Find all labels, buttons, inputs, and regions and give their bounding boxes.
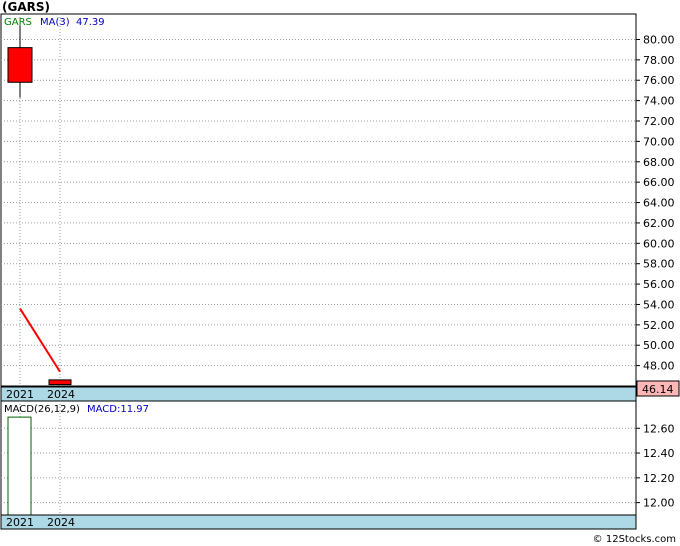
copyright-footer: © 12Stocks.com bbox=[592, 534, 676, 545]
price-y-tick-label: 62.00 bbox=[643, 217, 675, 230]
price-y-tick-label: 66.00 bbox=[643, 176, 675, 189]
price-y-tick-label: 50.00 bbox=[643, 339, 675, 352]
macd-panel-frame bbox=[0, 400, 637, 516]
macd-x-tick-label: 2021 bbox=[6, 516, 34, 529]
macd-legend-label: MACD(26,12,9) bbox=[4, 404, 80, 415]
chart-canvas: 48.00 50.00 52.00 54.00 56.00 58.00 60.00 62.00… bbox=[0, 13, 680, 530]
last-price-label: 46.14 bbox=[642, 383, 674, 396]
price-y-tick-label: 70.00 bbox=[643, 135, 675, 148]
price-legend-ma-label: MA(3) bbox=[40, 17, 70, 28]
price-y-tick-label: 64.00 bbox=[643, 197, 675, 210]
price-y-tick-label: 60.00 bbox=[643, 237, 675, 250]
macd-y-tick-label: 12.60 bbox=[643, 422, 675, 435]
price-y-tick-label: 68.00 bbox=[643, 156, 675, 169]
macd-y-tick-label: 12.00 bbox=[643, 497, 675, 510]
price-legend-symbol: GARS bbox=[4, 17, 32, 28]
price-y-tick-label: 54.00 bbox=[643, 298, 675, 311]
price-y-tick-label: 58.00 bbox=[643, 258, 675, 271]
price-y-tick-label: 72.00 bbox=[643, 115, 675, 128]
price-y-tick-label: 56.00 bbox=[643, 278, 675, 291]
macd-y-tick-label: 12.20 bbox=[643, 472, 675, 485]
price-y-tick-label: 78.00 bbox=[643, 54, 675, 67]
candle-body bbox=[7, 47, 33, 83]
price-x-axis-band bbox=[0, 386, 637, 402]
macd-x-tick-label: 2024 bbox=[47, 516, 75, 529]
price-y-tick-label: 76.00 bbox=[643, 74, 675, 87]
macd-legend-value: MACD:11.97 bbox=[87, 404, 149, 415]
price-y-tick-label: 74.00 bbox=[643, 95, 675, 108]
price-y-tick-label: 52.00 bbox=[643, 319, 675, 332]
price-panel-frame bbox=[0, 13, 637, 387]
price-x-tick-label: 2021 bbox=[6, 388, 34, 401]
price-y-tick-label: 48.00 bbox=[643, 360, 675, 373]
price-legend-ma-value: 47.39 bbox=[76, 17, 105, 28]
macd-bar bbox=[7, 416, 32, 516]
candle-body bbox=[48, 379, 72, 386]
macd-x-axis-band bbox=[0, 514, 637, 530]
price-x-tick-label: 2024 bbox=[47, 388, 75, 401]
macd-y-tick-label: 12.40 bbox=[643, 447, 675, 460]
price-y-tick-label: 80.00 bbox=[643, 33, 675, 46]
